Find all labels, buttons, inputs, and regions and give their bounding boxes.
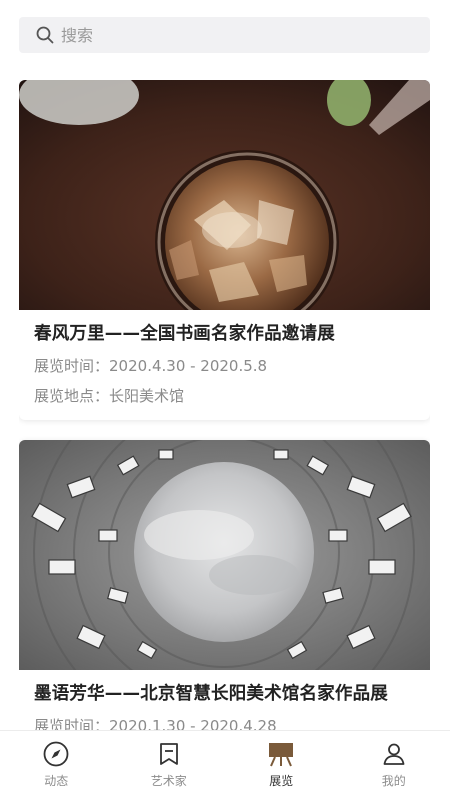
place-value: 长阳美术馆 <box>109 387 185 405</box>
exhibition-card[interactable]: 春风万里——全国书画名家作品邀请展 展览时间：2020.4.30 - 2020.… <box>19 80 430 420</box>
tab-label: 动态 <box>44 774 69 788</box>
compass-icon <box>42 740 70 768</box>
place-label: 展览地点： <box>34 387 110 405</box>
exhibition-time: 展览时间：2020.4.30 - 2020.5.8 <box>34 356 415 376</box>
tab-dynamics[interactable]: 动态 <box>0 731 113 800</box>
tab-label: 艺术家 <box>150 774 187 788</box>
tab-label: 我的 <box>381 774 406 788</box>
tab-label: 展览 <box>269 774 294 788</box>
time-label: 展览时间： <box>34 357 110 375</box>
exhibition-place: 展览地点：长阳美术馆 <box>34 386 415 406</box>
exhibition-time: 展览时间：2020.1.30 - 2020.4.28 <box>34 716 415 730</box>
exhibition-image-circular-building[interactable] <box>19 440 430 670</box>
bottom-tab-bar: 动态 艺术家 展览 我的 <box>0 730 450 800</box>
tab-exhibitions[interactable]: 展览 <box>225 731 338 800</box>
user-icon <box>380 740 408 768</box>
exhibition-card[interactable]: 墨语芳华——北京智慧长阳美术馆名家作品展 展览时间：2020.1.30 - 20… <box>19 440 430 730</box>
search-icon <box>35 25 55 45</box>
time-label: 展览时间： <box>34 717 110 730</box>
exhibition-title: 春风万里——全国书画名家作品邀请展 <box>34 324 335 344</box>
exhibition-title: 墨语芳华——北京智慧长阳美术馆名家作品展 <box>34 684 388 704</box>
exhibition-image-iced-coffee[interactable] <box>19 80 430 310</box>
time-value: 2020.1.30 - 2020.4.28 <box>109 717 277 730</box>
exhibition-list[interactable]: 春风万里——全国书画名家作品邀请展 展览时间：2020.4.30 - 2020.… <box>19 80 430 730</box>
bookmark-icon <box>155 740 183 768</box>
search-input[interactable] <box>61 25 391 45</box>
time-value: 2020.4.30 - 2020.5.8 <box>109 357 268 375</box>
tab-artists[interactable]: 艺术家 <box>113 731 226 800</box>
tab-mine[interactable]: 我的 <box>338 731 450 800</box>
search-bar[interactable] <box>19 17 430 53</box>
easel-icon <box>267 740 295 768</box>
